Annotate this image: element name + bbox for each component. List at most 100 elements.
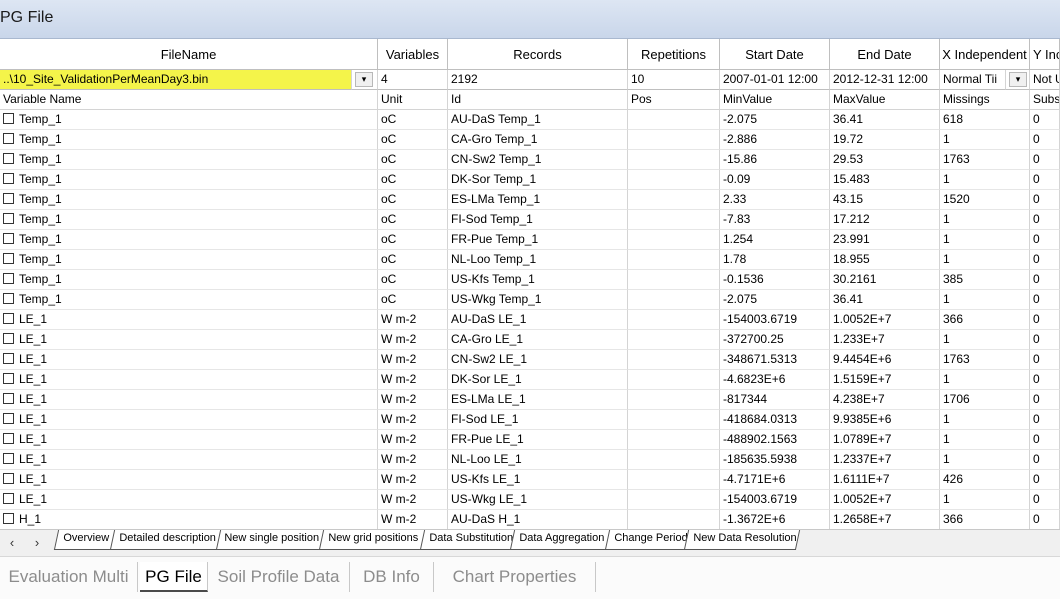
id-cell[interactable]: ES-LMa Temp_1 [448,190,628,210]
missings-cell[interactable]: 366 [940,310,1030,330]
variable-name-cell[interactable]: LE_1 [0,330,378,350]
min-value-cell[interactable]: -4.7171E+6 [720,470,830,490]
subs-cell[interactable]: 0 [1030,190,1060,210]
missings-cell[interactable]: 1 [940,230,1030,250]
pos-cell[interactable] [628,310,720,330]
unit-cell[interactable]: W m-2 [378,390,448,410]
table-row[interactable]: Temp_1 oC FR-Pue Temp_1 1.254 23.991 1 0 [0,230,1060,250]
unit-cell[interactable]: oC [378,290,448,310]
max-value-cell[interactable]: 1.2658E+7 [830,510,940,530]
subheader-id[interactable]: Id [448,90,628,110]
id-cell[interactable]: US-Kfs LE_1 [448,470,628,490]
pos-cell[interactable] [628,270,720,290]
variable-name-cell[interactable]: Temp_1 [0,150,378,170]
row-checkbox[interactable] [3,113,14,124]
table-row[interactable]: LE_1 W m-2 CN-Sw2 LE_1 -348671.5313 9.4454E+… [0,350,1060,370]
pos-cell[interactable] [628,290,720,310]
header-x-independent[interactable]: X Independent [940,39,1030,70]
missings-cell[interactable]: 1 [940,250,1030,270]
min-value-cell[interactable]: -154003.6719 [720,490,830,510]
missings-cell[interactable]: 1763 [940,150,1030,170]
worksheet-tab[interactable]: New Data Resolution [683,530,801,550]
subheader-pos[interactable]: Pos [628,90,720,110]
unit-cell[interactable]: W m-2 [378,430,448,450]
variable-name-cell[interactable]: Temp_1 [0,110,378,130]
max-value-cell[interactable]: 1.0789E+7 [830,430,940,450]
row-checkbox[interactable] [3,313,14,324]
max-value-cell[interactable]: 1.2337E+7 [830,450,940,470]
id-cell[interactable]: NL-Loo LE_1 [448,450,628,470]
subs-cell[interactable]: 0 [1030,250,1060,270]
unit-cell[interactable]: oC [378,170,448,190]
header-start-date[interactable]: Start Date [720,39,830,70]
unit-cell[interactable]: W m-2 [378,450,448,470]
start-date-field[interactable]: 2007-01-01 12:00 [720,70,830,90]
table-row[interactable]: LE_1 W m-2 FI-Sod LE_1 -418684.0313 9.9385E+… [0,410,1060,430]
worksheet-tab[interactable]: Detailed description [109,530,222,550]
worksheet-tab[interactable]: Change Period [604,530,691,550]
variable-name-cell[interactable]: LE_1 [0,450,378,470]
table-row[interactable]: H_1 W m-2 AU-DaS H_1 -1.3672E+6 1.2658E+7 366… [0,510,1060,530]
row-checkbox[interactable] [3,273,14,284]
subheader-missings[interactable]: Missings [940,90,1030,110]
subs-cell[interactable]: 0 [1030,330,1060,350]
pos-cell[interactable] [628,470,720,490]
x-independent-select[interactable]: Normal Tii [940,70,1006,90]
id-cell[interactable]: FR-Pue LE_1 [448,430,628,450]
unit-cell[interactable]: oC [378,190,448,210]
row-checkbox[interactable] [3,153,14,164]
pos-cell[interactable] [628,450,720,470]
max-value-cell[interactable]: 1.233E+7 [830,330,940,350]
variable-name-cell[interactable]: LE_1 [0,490,378,510]
variable-name-cell[interactable]: LE_1 [0,390,378,410]
min-value-cell[interactable]: -2.075 [720,290,830,310]
table-row[interactable]: LE_1 W m-2 FR-Pue LE_1 -488902.1563 1.0789E+… [0,430,1060,450]
row-checkbox[interactable] [3,493,14,504]
subs-cell[interactable]: 0 [1030,510,1060,530]
dropdown-arrow-icon[interactable]: ▾ [355,72,373,87]
subs-cell[interactable]: 0 [1030,130,1060,150]
subs-cell[interactable]: 0 [1030,110,1060,130]
variable-name-cell[interactable]: H_1 [0,510,378,530]
unit-cell[interactable]: W m-2 [378,370,448,390]
id-cell[interactable]: ES-LMa LE_1 [448,390,628,410]
variable-name-cell[interactable]: LE_1 [0,470,378,490]
subs-cell[interactable]: 0 [1030,370,1060,390]
row-checkbox[interactable] [3,293,14,304]
pos-cell[interactable] [628,390,720,410]
min-value-cell[interactable]: -15.86 [720,150,830,170]
subs-cell[interactable]: 0 [1030,150,1060,170]
pos-cell[interactable] [628,230,720,250]
max-value-cell[interactable]: 18.955 [830,250,940,270]
min-value-cell[interactable]: 2.33 [720,190,830,210]
pos-cell[interactable] [628,490,720,510]
subs-cell[interactable]: 0 [1030,390,1060,410]
subs-cell[interactable]: 0 [1030,290,1060,310]
bottom-tab[interactable]: Soil Profile Data [208,562,350,592]
pos-cell[interactable] [628,170,720,190]
variable-name-cell[interactable]: Temp_1 [0,290,378,310]
missings-cell[interactable]: 1 [940,130,1030,150]
min-value-cell[interactable]: -4.6823E+6 [720,370,830,390]
subs-cell[interactable]: 0 [1030,410,1060,430]
subs-cell[interactable]: 0 [1030,270,1060,290]
id-cell[interactable]: AU-DaS LE_1 [448,310,628,330]
max-value-cell[interactable]: 1.5159E+7 [830,370,940,390]
repetitions-field[interactable]: 10 [628,70,720,90]
table-row[interactable]: LE_1 W m-2 US-Wkg LE_1 -154003.6719 1.0052E+… [0,490,1060,510]
row-checkbox[interactable] [3,393,14,404]
pos-cell[interactable] [628,210,720,230]
header-filename[interactable]: FileName [0,39,378,70]
missings-cell[interactable]: 1 [940,370,1030,390]
row-checkbox[interactable] [3,133,14,144]
variable-name-cell[interactable]: LE_1 [0,430,378,450]
row-checkbox[interactable] [3,453,14,464]
table-row[interactable]: Temp_1 oC US-Kfs Temp_1 -0.1536 30.2161 385 0 [0,270,1060,290]
table-row[interactable]: Temp_1 oC DK-Sor Temp_1 -0.09 15.483 1 0 [0,170,1060,190]
pos-cell[interactable] [628,150,720,170]
unit-cell[interactable]: oC [378,110,448,130]
missings-cell[interactable]: 618 [940,110,1030,130]
pos-cell[interactable] [628,190,720,210]
variable-name-cell[interactable]: Temp_1 [0,230,378,250]
subheader-min[interactable]: MinValue [720,90,830,110]
